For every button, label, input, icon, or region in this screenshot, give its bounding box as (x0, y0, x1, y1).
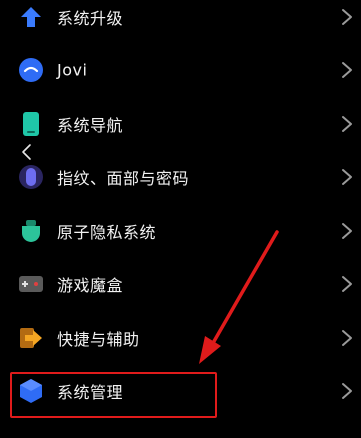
settings-item-game-box[interactable]: 游戏魔盒 (0, 258, 361, 312)
settings-item-label: 原子隐私系统 (57, 222, 157, 242)
back-gesture-icon[interactable] (20, 143, 32, 161)
gamepad-icon (18, 271, 44, 297)
chevron-right-icon (342, 222, 352, 239)
atom-privacy-icon (18, 218, 44, 244)
chevron-right-icon (342, 169, 352, 186)
settings-item-label: 游戏魔盒 (57, 276, 124, 296)
settings-item-system-upgrade[interactable]: 系统升级 (0, 0, 361, 44)
jovi-icon (18, 57, 44, 83)
settings-item-shortcuts-accessibility[interactable]: 快捷与辅助 (0, 311, 361, 365)
settings-list: 系统升级 Jovi 系统导航 指纹、面部与密码 原子隐私系统 游戏魔盒 快捷与辅… (0, 0, 361, 418)
settings-item-label: 系统导航 (57, 115, 124, 135)
chevron-right-icon (342, 329, 352, 346)
phone-navigation-icon (18, 111, 44, 137)
chevron-right-icon (342, 276, 352, 293)
chevron-right-icon (342, 8, 352, 25)
chevron-right-icon (342, 115, 352, 132)
shortcut-arrow-icon (18, 325, 44, 351)
settings-item-label: Jovi (57, 60, 88, 80)
fingerprint-icon (18, 164, 44, 190)
chevron-right-icon (342, 62, 352, 79)
chevron-right-icon (342, 383, 352, 400)
settings-item-atom-privacy[interactable]: 原子隐私系统 (0, 204, 361, 258)
settings-item-jovi[interactable]: Jovi (0, 44, 361, 98)
settings-item-label: 快捷与辅助 (57, 329, 140, 349)
annotation-arrow-icon (199, 230, 279, 364)
settings-item-label: 系统升级 (57, 8, 124, 28)
upgrade-arrow-icon (18, 4, 44, 30)
settings-item-fingerprint-face-password[interactable]: 指纹、面部与密码 (0, 151, 361, 205)
settings-item-label: 指纹、面部与密码 (57, 169, 190, 189)
settings-item-system-navigation[interactable]: 系统导航 (0, 97, 361, 151)
annotation-highlight-box (10, 372, 217, 418)
